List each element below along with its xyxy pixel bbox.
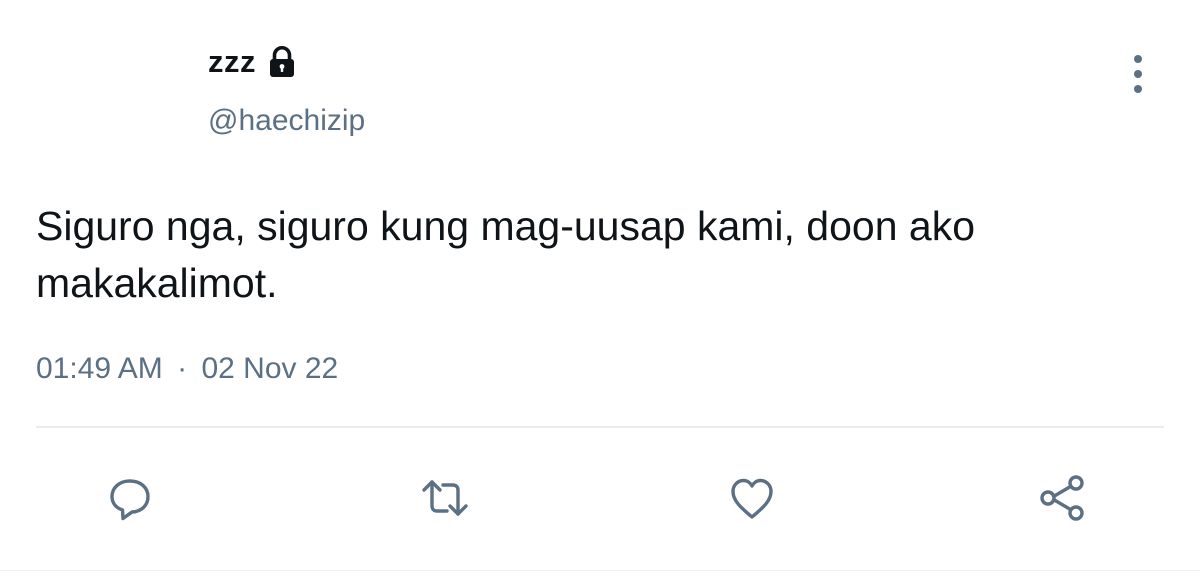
meta-separator: · [177, 352, 188, 385]
author-handle[interactable]: @haechizip [208, 104, 365, 138]
bottom-divider [0, 570, 1200, 571]
like-button[interactable] [720, 466, 784, 530]
share-button[interactable] [1030, 466, 1094, 530]
divider [36, 426, 1164, 428]
more-vertical-icon [1134, 55, 1142, 93]
tweet-time: 01:49 AM [36, 352, 163, 385]
author-name-row[interactable]: zzz [208, 38, 300, 86]
reply-icon [110, 479, 150, 521]
tweet-date: 02 Nov 22 [201, 352, 339, 385]
tweet-detail: zzz @haechizip Siguro nga, siguro kung m… [0, 0, 1200, 586]
reply-button[interactable] [98, 466, 162, 530]
tweet-text: Siguro nga, siguro kung mag-uusap kami, … [36, 203, 976, 306]
display-name[interactable]: zzz [208, 44, 256, 80]
retweet-button[interactable] [413, 466, 477, 530]
lock-icon [264, 44, 300, 80]
retweet-icon [422, 480, 468, 516]
heart-icon [731, 478, 773, 519]
share-icon [1040, 475, 1084, 521]
tweet-timestamp[interactable]: 01:49 AM · 02 Nov 22 [36, 352, 338, 386]
more-options-button[interactable] [1120, 50, 1156, 98]
